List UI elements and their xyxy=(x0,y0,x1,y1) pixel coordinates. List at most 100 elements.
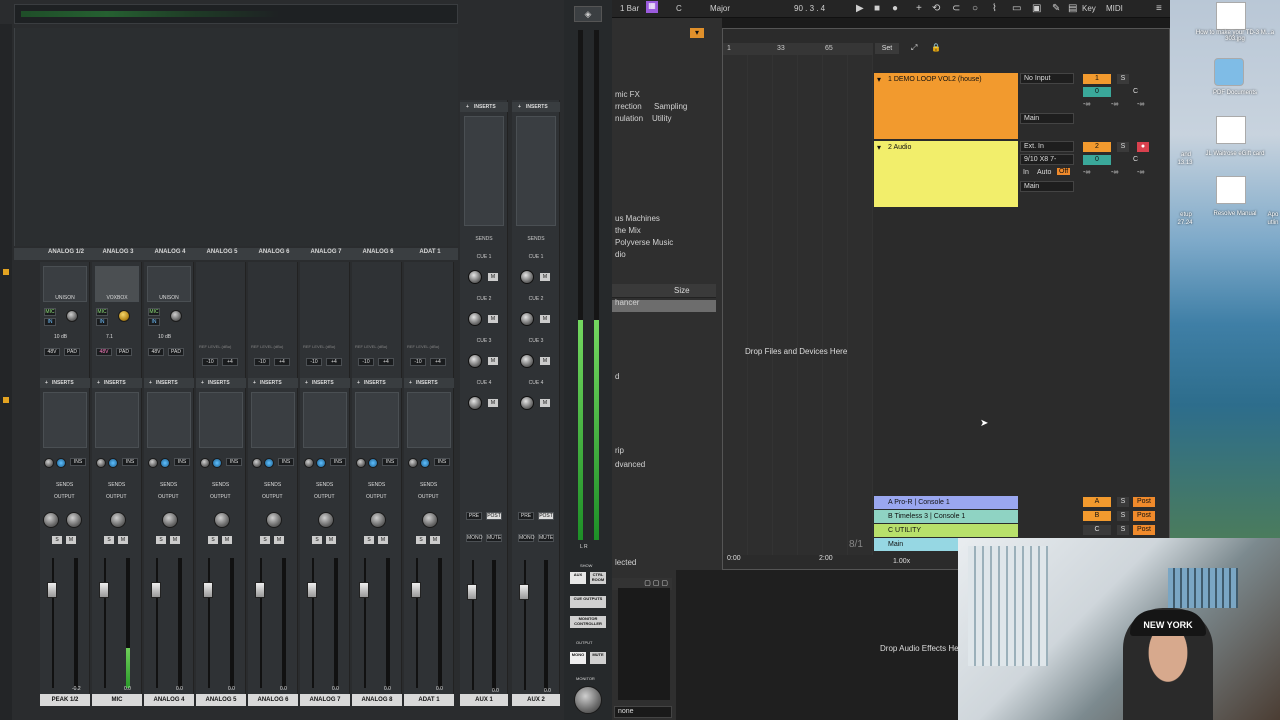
solo-button[interactable]: S xyxy=(104,536,114,544)
pan-knob[interactable] xyxy=(162,512,178,528)
channel-fader[interactable] xyxy=(307,582,317,598)
document-icon[interactable] xyxy=(1216,176,1246,204)
cue-send-knob[interactable] xyxy=(468,396,482,410)
solo-button[interactable]: S xyxy=(1117,74,1129,84)
return-track-b[interactable]: B Timeless 3 | Console 1 xyxy=(874,510,1018,523)
browser-item[interactable]: us Machines xyxy=(615,214,660,223)
ins-button[interactable]: INS xyxy=(330,458,346,466)
ref-plus4-button[interactable]: +4 xyxy=(326,358,342,366)
folder-icon[interactable]: ▾ xyxy=(690,28,704,38)
channel-fader[interactable] xyxy=(411,582,421,598)
insert-knob[interactable] xyxy=(420,458,430,468)
insert-slot[interactable] xyxy=(464,116,504,226)
browser-item[interactable]: mic FX xyxy=(615,90,640,99)
insert-knob[interactable] xyxy=(200,458,210,468)
pan-knob[interactable] xyxy=(43,512,59,528)
cue-outputs-button[interactable]: CUE OUTPUTS xyxy=(570,596,606,608)
midi-map-button[interactable]: MIDI xyxy=(1106,4,1123,13)
return-letter[interactable]: B xyxy=(1083,511,1111,521)
input-type-dropdown[interactable]: Ext. In xyxy=(1020,141,1074,152)
scale-menu[interactable]: Major xyxy=(710,4,730,13)
loop-icon[interactable]: ⊂ xyxy=(952,3,960,14)
expand-icon[interactable]: ⤢ xyxy=(911,43,917,53)
mute-button[interactable]: MUTE xyxy=(538,534,554,542)
insert-knob[interactable] xyxy=(160,458,170,468)
ref-minus10-button[interactable]: -10 xyxy=(410,358,426,366)
ref-plus4-button[interactable]: +4 xyxy=(378,358,394,366)
ref-plus4-button[interactable]: +4 xyxy=(430,358,446,366)
send-value[interactable]: -∞ xyxy=(1111,169,1118,176)
insert-knob[interactable] xyxy=(96,458,106,468)
insert-slot[interactable] xyxy=(251,392,295,448)
output-dropdown[interactable]: Main xyxy=(1020,181,1074,192)
lock-icon[interactable]: 🔒 xyxy=(931,43,941,52)
metronome-icon[interactable]: ○ xyxy=(972,3,978,14)
pan-knob[interactable] xyxy=(318,512,334,528)
pad-button[interactable]: PAD xyxy=(168,348,184,356)
mute-button[interactable]: M xyxy=(378,536,388,544)
return-track-c[interactable]: C UTILITY xyxy=(874,524,1018,537)
pan-knob[interactable] xyxy=(214,512,230,528)
monitor-auto-button[interactable]: Auto xyxy=(1037,169,1051,176)
mute-button[interactable]: M xyxy=(118,536,128,544)
solo-button[interactable]: S xyxy=(156,536,166,544)
mute-button[interactable]: M xyxy=(170,536,180,544)
solo-button[interactable]: S xyxy=(1117,497,1129,507)
capture-icon[interactable]: ⟲ xyxy=(932,3,940,14)
track-2-header[interactable]: ▾ 2 Audio xyxy=(874,141,1018,207)
preamp-plugin-slot[interactable]: UNISON xyxy=(43,266,87,302)
pre-button[interactable]: PRE xyxy=(466,512,482,520)
cue-mute-button[interactable]: M xyxy=(540,399,550,407)
gain-knob[interactable] xyxy=(66,310,78,322)
browser-item[interactable]: d xyxy=(615,372,619,381)
aux-fader[interactable] xyxy=(519,584,529,600)
cue-send-knob[interactable] xyxy=(468,354,482,368)
solo-button[interactable]: S xyxy=(312,536,322,544)
mute-button[interactable]: M xyxy=(222,536,232,544)
ref-plus4-button[interactable]: +4 xyxy=(222,358,238,366)
browser-item[interactable]: rip xyxy=(615,446,624,455)
cue-mute-button[interactable]: M xyxy=(540,315,550,323)
monitor-volume-knob[interactable] xyxy=(574,686,602,714)
ctrl-room-button[interactable]: CTRL ROOM xyxy=(590,572,606,584)
insert-slot[interactable] xyxy=(516,116,556,226)
pad-button[interactable]: PAD xyxy=(64,348,80,356)
channel-name[interactable]: ANALOG 6 xyxy=(248,249,300,255)
input-channel-dropdown[interactable]: 9/10 X8 7- xyxy=(1020,154,1074,165)
cue-send-knob[interactable] xyxy=(468,270,482,284)
device-select-dropdown[interactable]: none xyxy=(614,706,672,718)
insert-knob[interactable] xyxy=(148,458,158,468)
channel-fader[interactable] xyxy=(359,582,369,598)
insert-slot[interactable] xyxy=(95,392,139,448)
output-dropdown[interactable]: Main xyxy=(1020,113,1074,124)
post-button[interactable]: POST xyxy=(486,512,502,520)
keyboard-icon[interactable]: ▤ xyxy=(1068,3,1077,14)
key-map-button[interactable]: Key xyxy=(1082,4,1096,13)
track-1-header[interactable]: ▾ 1 DEMO LOOP VOL2 (house) xyxy=(874,73,1018,139)
browser-item[interactable]: nulation xyxy=(615,114,643,123)
browser-item[interactable]: rrection xyxy=(615,102,642,111)
preamp-plugin-slot[interactable]: UNISON xyxy=(147,266,191,302)
pan-value[interactable]: C xyxy=(1133,156,1138,163)
ref-minus10-button[interactable]: -10 xyxy=(358,358,374,366)
mute-button[interactable]: M xyxy=(66,536,76,544)
cue-mute-button[interactable]: M xyxy=(540,273,550,281)
draw-icon[interactable]: ✎ xyxy=(1052,3,1060,14)
scale-icon[interactable]: ▦ xyxy=(646,1,658,13)
mute-button[interactable]: MUTE xyxy=(486,534,502,542)
track-number[interactable]: 1 xyxy=(1083,74,1111,84)
channel-name[interactable]: ANALOG 5 xyxy=(196,249,248,255)
browser-item[interactable]: Polyverse Music xyxy=(615,238,673,247)
aux-show-button[interactable]: AUX xyxy=(570,572,586,584)
channel-name[interactable]: ANALOG 7 xyxy=(300,249,352,255)
punch-icon[interactable]: ⌇ xyxy=(992,3,997,14)
monitor-off-button[interactable]: Off xyxy=(1057,168,1071,175)
solo-button[interactable]: S xyxy=(1117,511,1129,521)
solo-button[interactable]: S xyxy=(208,536,218,544)
browser-item[interactable]: dvanced xyxy=(615,460,645,469)
set-button[interactable]: Set xyxy=(875,43,899,54)
mono-button[interactable]: MONO xyxy=(466,534,483,542)
channel-name[interactable]: ANALOG 1/2 xyxy=(40,249,92,255)
mute-button[interactable]: M xyxy=(274,536,284,544)
cue-mute-button[interactable]: M xyxy=(540,357,550,365)
